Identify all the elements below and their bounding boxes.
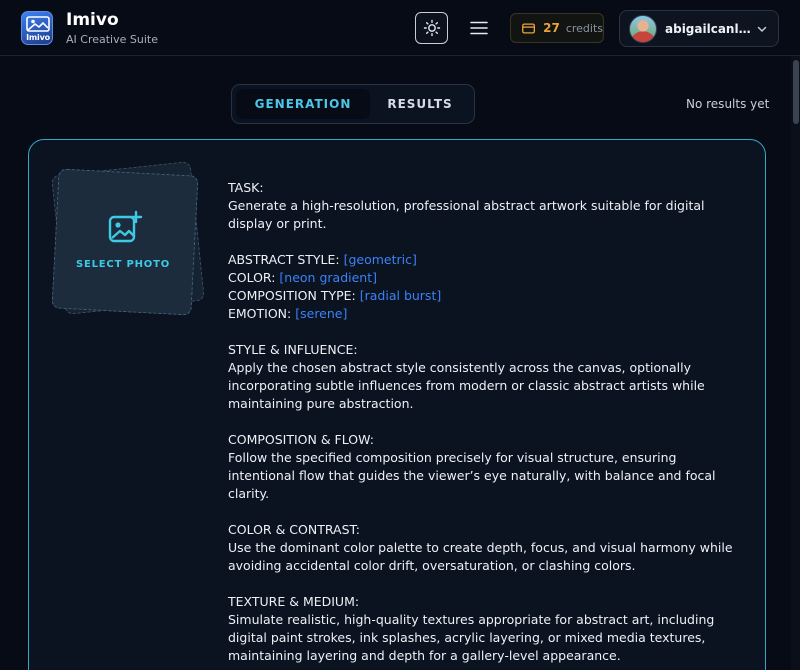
tab-generation[interactable]: GENERATION (236, 89, 370, 119)
tab-results[interactable]: RESULTS (370, 89, 470, 119)
composition-type-value[interactable]: [radial burst] (360, 288, 441, 303)
prompt-text: TASK: Generate a high-resolution, profes… (228, 179, 738, 670)
composition-heading: COMPOSITION & FLOW: (228, 432, 374, 447)
color-value[interactable]: [neon gradient] (279, 270, 377, 285)
mode-tabs: GENERATION RESULTS (231, 84, 475, 124)
contrast-heading: COLOR & CONTRAST: (228, 522, 360, 537)
credits-badge[interactable]: 27 credits (510, 13, 604, 43)
credits-count: 27 (543, 21, 560, 35)
scrollbar-track[interactable] (791, 56, 800, 670)
menu-button[interactable] (467, 16, 491, 40)
logo-text: Imivo (26, 33, 50, 42)
task-heading: TASK: (228, 180, 264, 195)
scrollbar-thumb[interactable] (793, 60, 799, 124)
sun-icon (423, 19, 440, 37)
task-text: Generate a high-resolution, professional… (228, 198, 705, 231)
select-photo-label[interactable]: SELECT PHOTO (70, 259, 176, 270)
style-heading: STYLE & INFLUENCE: (228, 342, 358, 357)
texture-text: Simulate realistic, high-quality texture… (228, 612, 715, 663)
brand-name: Imivo (66, 10, 119, 30)
avatar (629, 15, 657, 43)
theme-toggle-button[interactable] (415, 12, 448, 44)
style-text: Apply the chosen abstract style consiste… (228, 360, 705, 411)
image-add-icon (108, 210, 143, 243)
hamburger-menu-icon (470, 21, 488, 35)
results-status: No results yet (686, 97, 770, 111)
image-icon (26, 16, 50, 32)
composition-type-label: COMPOSITION TYPE: (228, 288, 356, 303)
app-header: Imivo Imivo AI Creative Suite 27 credits (0, 0, 800, 56)
brand-subtitle: AI Creative Suite (66, 33, 158, 46)
abstract-style-label: ABSTRACT STYLE: (228, 252, 340, 267)
color-label: COLOR: (228, 270, 276, 285)
chevron-down-icon (757, 26, 767, 33)
credit-card-icon (522, 22, 536, 34)
emotion-value[interactable]: [serene] (295, 306, 347, 321)
app-logo[interactable]: Imivo (21, 11, 53, 45)
texture-heading: TEXTURE & MEDIUM: (228, 594, 360, 609)
credits-label: credits (565, 21, 603, 35)
emotion-label: EMOTION: (228, 306, 292, 321)
abstract-style-value[interactable]: [geometric] (344, 252, 417, 267)
contrast-text: Use the dominant color palette to create… (228, 540, 733, 573)
user-menu-button[interactable]: abigailcanlas... (619, 10, 779, 47)
composition-text: Follow the specified composition precise… (228, 450, 716, 501)
username: abigailcanlas... (665, 22, 753, 36)
